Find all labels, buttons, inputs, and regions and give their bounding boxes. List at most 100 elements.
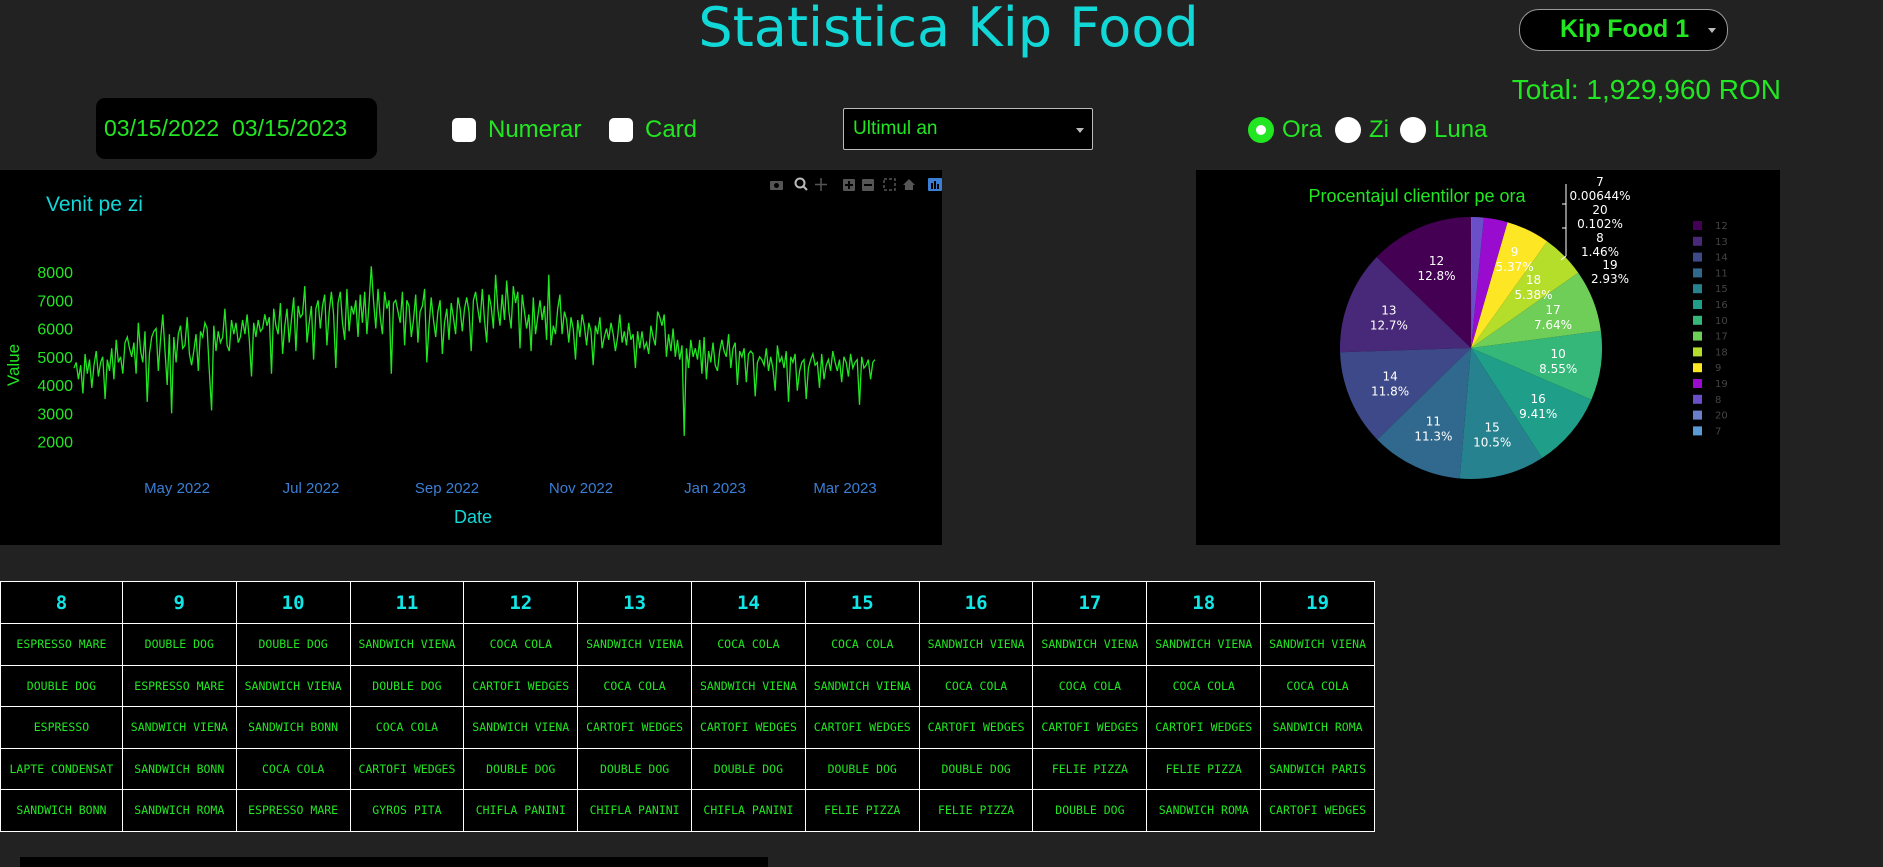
legend-item-11[interactable]: 11 <box>1693 268 1728 279</box>
x-axis-ticks: May 2022 Jul 2022 Sep 2022 Nov 2022 Jan 2023… <box>144 480 877 497</box>
legend-label: 18 <box>1715 347 1728 358</box>
checkbox-box[interactable] <box>452 118 476 142</box>
legend-item-15[interactable]: 15 <box>1693 284 1728 295</box>
x-tick-label: Jul 2022 <box>283 480 340 497</box>
table-cell: DOUBLE DOG <box>577 747 692 790</box>
autoscale-icon[interactable] <box>883 178 896 191</box>
table-cell: DOUBLE DOG <box>691 747 806 790</box>
legend-label: 7 <box>1715 426 1721 437</box>
table-cell: FELIE PIZZA <box>1146 747 1262 790</box>
radio-zi[interactable]: Zi <box>1335 116 1389 144</box>
legend-item-17[interactable]: 17 <box>1693 331 1728 343</box>
checkbox-card[interactable]: Card <box>609 116 697 144</box>
table-body: ESPRESSO MARE DOUBLE DOG DOUBLE DOG SANDWIC… <box>0 623 1375 832</box>
checkbox-label: Card <box>645 116 698 143</box>
start-date-input[interactable]: 03/15/2022 <box>104 115 219 142</box>
table-header-cell: 12 <box>463 581 579 624</box>
pie-outside-label: 8 1.46% <box>1581 231 1619 259</box>
legend-label: 9 <box>1715 363 1721 374</box>
legend-item-14[interactable]: 14 <box>1693 252 1728 264</box>
table-cell: LAPTE CONDENSAT <box>0 747 123 790</box>
table-cell: ESPRESSO <box>0 706 123 749</box>
table-header-cell: 13 <box>577 581 692 624</box>
table-cell: SANDWICH VIENA <box>918 623 1034 666</box>
table-cell: DOUBLE DOG <box>235 623 351 666</box>
end-date-input[interactable]: 03/15/2023 <box>232 115 347 142</box>
x-tick-label: Mar 2023 <box>813 480 876 497</box>
table-cell: COCA COLA <box>918 664 1034 707</box>
legend-label: 20 <box>1715 411 1728 422</box>
legend-label: 11 <box>1715 268 1728 279</box>
line-chart-title: Venit pe zi <box>46 193 143 216</box>
table-cell: CARTOFI WEDGES <box>1032 706 1148 749</box>
table-cell: COCA COLA <box>349 706 465 749</box>
table-header-row: 8 9 10 11 12 13 14 15 16 17 18 19 <box>0 581 1375 624</box>
table-header-cell: 19 <box>1260 581 1375 624</box>
legend-item-8[interactable]: 8 <box>1693 394 1721 406</box>
pan-icon[interactable] <box>815 178 827 191</box>
table-cell: FELIE PIZZA <box>1032 747 1148 790</box>
x-tick-label: Jan 2023 <box>684 480 746 497</box>
legend-item-18[interactable]: 18 <box>1693 347 1728 358</box>
date-range-picker[interactable]: 03/15/2022 03/15/2023 <box>96 98 377 159</box>
legend-item-12[interactable]: 12 <box>1693 221 1728 232</box>
total-revenue: Total: 1,929,960 RON <box>1511 74 1781 105</box>
legend-item-10[interactable]: 10 <box>1693 315 1728 327</box>
plotly-logo-icon[interactable] <box>928 178 942 191</box>
table-header-cell: 18 <box>1146 581 1262 624</box>
checkbox-label: Numerar <box>488 116 582 143</box>
radio-dot[interactable] <box>1248 117 1274 143</box>
chevron-down-icon <box>1076 128 1084 133</box>
pie-chart-title: Procentajul clientilor pe ora <box>1308 186 1526 206</box>
radio-luna[interactable]: Luna <box>1400 116 1487 144</box>
table-cell: CARTOFI WEDGES <box>1146 706 1262 749</box>
pie-chart-svg: Procentajul clientilor pe ora 12 12.8%13 1… <box>1308 175 1728 479</box>
line-chart-svg: Venit pe zi 2000 3000 4000 5000 6000 7000 8000… <box>4 177 942 527</box>
radio-ora[interactable]: Ora <box>1248 116 1322 144</box>
table-header-cell: 10 <box>235 581 351 624</box>
checkbox-box[interactable] <box>609 118 633 142</box>
store-dropdown[interactable]: Kip Food 1 <box>1519 9 1728 51</box>
table-cell: COCA COLA <box>577 664 692 707</box>
radio-dot[interactable] <box>1400 117 1426 143</box>
table-cell: SANDWICH ROMA <box>121 789 237 832</box>
table-header-cell: 14 <box>691 581 806 624</box>
hourly-clients-pie-chart[interactable]: Procentajul clientilor pe ora 12 12.8% 13 1… <box>1196 170 1780 545</box>
table-cell: CARTOFI WEDGES <box>691 706 806 749</box>
zoom-icon[interactable] <box>794 177 808 191</box>
y-tick-label: 7000 <box>37 293 73 310</box>
table-cell: SANDWICH ROMA <box>1146 789 1262 832</box>
period-dropdown[interactable]: Ultimul an <box>843 108 1093 150</box>
legend-item-7[interactable]: 7 <box>1693 426 1721 437</box>
table-header-cell: 15 <box>804 581 920 624</box>
table-cell: ESPRESSO MARE <box>235 789 351 832</box>
bottom-panel <box>20 857 768 867</box>
table-cell: FELIE PIZZA <box>804 789 920 832</box>
table-header-cell: 8 <box>0 581 123 624</box>
table-header-cell: 16 <box>918 581 1034 624</box>
table-cell: SANDWICH VIENA <box>577 623 692 666</box>
table-cell: CHIFLA PANINI <box>577 789 692 832</box>
legend-item-19[interactable]: 19 <box>1693 379 1728 390</box>
legend-item-9[interactable]: 9 <box>1693 363 1721 374</box>
legend-item-16[interactable]: 16 <box>1693 300 1728 311</box>
table-cell: DOUBLE DOG <box>918 747 1034 790</box>
pie-leader-lines <box>1560 184 1567 261</box>
zoom-in-icon[interactable] <box>843 179 855 191</box>
table-cell: DOUBLE DOG <box>0 664 123 707</box>
checkbox-numerar[interactable]: Numerar <box>452 116 581 144</box>
camera-icon[interactable] <box>770 181 783 190</box>
table-cell: CHIFLA PANINI <box>691 789 806 832</box>
table-row: SANDWICH BONN SANDWICH ROMA ESPRESSO MARE G… <box>0 789 1375 832</box>
zoom-out-icon[interactable] <box>862 179 874 191</box>
x-axis-label: Date <box>454 507 492 527</box>
legend-item-13[interactable]: 13 <box>1693 236 1728 248</box>
table-cell: COCA COLA <box>463 623 579 666</box>
revenue-line-chart[interactable]: Venit pe zi 2000 3000 4000 5000 6000 7000 8000… <box>0 170 942 545</box>
table-cell: CARTOFI WEDGES <box>349 747 465 790</box>
radio-dot[interactable] <box>1335 117 1361 143</box>
store-dropdown-value: Kip Food 1 <box>1560 15 1690 43</box>
home-icon[interactable] <box>903 179 915 190</box>
table-cell: ESPRESSO MARE <box>0 623 123 666</box>
legend-item-20[interactable]: 20 <box>1693 410 1728 422</box>
